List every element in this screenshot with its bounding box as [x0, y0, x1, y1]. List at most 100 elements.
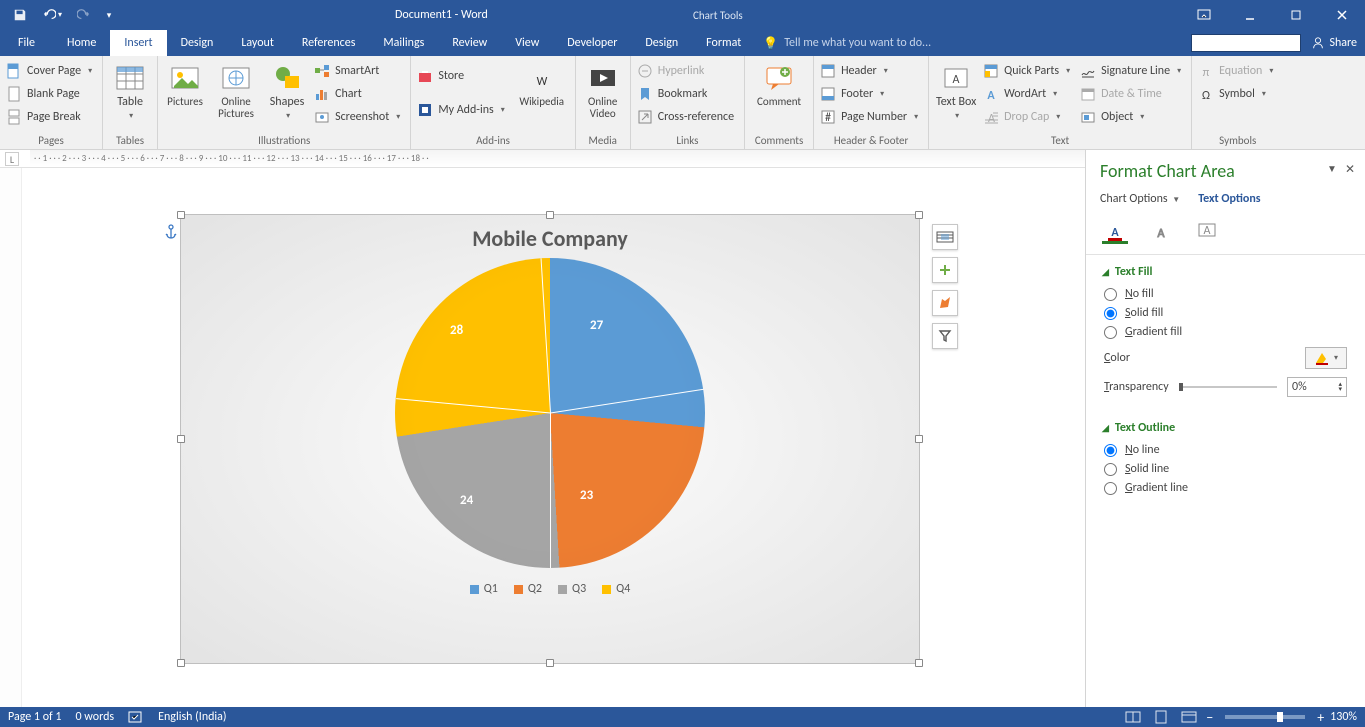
spellcheck-icon[interactable]: [128, 710, 144, 724]
qat-customize[interactable]: ▾: [102, 1, 116, 29]
screenshot-button[interactable]: Screenshot▾: [312, 106, 406, 128]
ruler-corner[interactable]: L: [5, 152, 19, 166]
minimize-button[interactable]: [1227, 0, 1273, 30]
transparency-spinner[interactable]: 0%▴▾: [1287, 377, 1347, 397]
pictures-button[interactable]: Pictures: [162, 60, 208, 108]
chart-styles-button[interactable]: [932, 290, 958, 316]
wikipedia-button[interactable]: WWikipedia: [513, 60, 571, 108]
symbol-button[interactable]: ΩSymbol▾: [1196, 83, 1279, 105]
resize-handle-ne[interactable]: [915, 211, 923, 219]
signature-line-button[interactable]: Signature Line▾: [1078, 60, 1187, 82]
text-outline-section-header[interactable]: ◢Text Outline: [1102, 421, 1349, 435]
tab-developer[interactable]: Developer: [553, 30, 631, 56]
resize-handle-nw[interactable]: [177, 211, 185, 219]
tab-chart-format[interactable]: Format: [692, 30, 755, 56]
chart-object[interactable]: Mobile Company 27 23 24 28 Q1 Q2 Q3 Q4: [180, 214, 920, 664]
cross-reference-button[interactable]: Cross-reference: [635, 106, 740, 128]
comment-button[interactable]: Comment: [749, 60, 809, 108]
page-count[interactable]: Page 1 of 1: [8, 710, 62, 724]
ribbon-options-button[interactable]: [1181, 0, 1227, 30]
gradient-fill-radio[interactable]: Gradient fill: [1104, 325, 1347, 339]
vertical-ruler[interactable]: [0, 168, 22, 707]
tab-home[interactable]: Home: [53, 30, 110, 56]
blank-page-button[interactable]: Blank Page: [4, 83, 98, 105]
redo-button[interactable]: [70, 1, 98, 29]
tab-design[interactable]: Design: [167, 30, 228, 56]
resize-handle-se[interactable]: [915, 659, 923, 667]
chart-button[interactable]: Chart: [312, 83, 406, 105]
header-button[interactable]: Header▾: [818, 60, 924, 82]
equation-button[interactable]: πEquation▾: [1196, 60, 1279, 82]
anchor-icon[interactable]: [163, 224, 179, 240]
chart-title[interactable]: Mobile Company: [181, 215, 919, 258]
my-addins-button[interactable]: My Add-ins▾: [415, 99, 510, 121]
pane-close-button[interactable]: ✕: [1345, 162, 1355, 177]
drop-cap-button[interactable]: ADrop Cap▾: [981, 106, 1076, 128]
text-fill-outline-tab[interactable]: A: [1102, 218, 1128, 244]
share-button[interactable]: Share: [1311, 36, 1357, 50]
bookmark-button[interactable]: Bookmark: [635, 83, 740, 105]
zoom-level[interactable]: 130%: [1330, 710, 1357, 724]
transparency-slider[interactable]: [1179, 381, 1277, 393]
close-button[interactable]: [1319, 0, 1365, 30]
undo-button[interactable]: ▾: [38, 1, 66, 29]
online-video-button[interactable]: Online Video: [580, 60, 626, 120]
tab-chart-design[interactable]: Design: [631, 30, 692, 56]
tab-insert[interactable]: Insert: [110, 30, 166, 56]
quick-parts-button[interactable]: Quick Parts▾: [981, 60, 1076, 82]
search-box[interactable]: [1191, 34, 1301, 52]
chart-elements-button[interactable]: [932, 257, 958, 283]
chart-legend[interactable]: Q1 Q2 Q3 Q4: [470, 582, 631, 596]
tab-view[interactable]: View: [501, 30, 553, 56]
language-status[interactable]: English (India): [158, 710, 226, 724]
pane-options-button[interactable]: ▼: [1327, 162, 1337, 177]
resize-handle-sw[interactable]: [177, 659, 185, 667]
text-fill-section-header[interactable]: ◢Text Fill: [1102, 265, 1349, 279]
tab-file[interactable]: File: [0, 30, 53, 56]
tab-mailings[interactable]: Mailings: [369, 30, 438, 56]
store-button[interactable]: Store: [415, 65, 510, 87]
text-options-tab[interactable]: Text Options: [1198, 192, 1260, 206]
gradient-line-radio[interactable]: Gradient line: [1104, 481, 1347, 495]
cover-page-button[interactable]: Cover Page▾: [4, 60, 98, 82]
solid-fill-radio[interactable]: Solid fill: [1104, 306, 1347, 320]
object-button[interactable]: Object▾: [1078, 106, 1187, 128]
page-break-button[interactable]: Page Break: [4, 106, 98, 128]
color-picker-button[interactable]: ▾: [1305, 347, 1347, 369]
pie-chart[interactable]: 27 23 24 28: [395, 258, 705, 568]
resize-handle-n[interactable]: [546, 211, 554, 219]
no-line-radio[interactable]: No line: [1104, 443, 1347, 457]
read-mode-button[interactable]: [1122, 708, 1144, 726]
web-layout-button[interactable]: [1178, 708, 1200, 726]
solid-line-radio[interactable]: Solid line: [1104, 462, 1347, 476]
layout-options-button[interactable]: [932, 224, 958, 250]
page-number-button[interactable]: #Page Number▾: [818, 106, 924, 128]
maximize-button[interactable]: [1273, 0, 1319, 30]
print-layout-button[interactable]: [1150, 708, 1172, 726]
tab-references[interactable]: References: [288, 30, 370, 56]
chart-filters-button[interactable]: [932, 323, 958, 349]
text-box-button[interactable]: AText Box▾: [933, 60, 979, 121]
online-pictures-button[interactable]: Online Pictures: [210, 60, 262, 120]
resize-handle-e[interactable]: [915, 435, 923, 443]
footer-button[interactable]: Footer▾: [818, 83, 924, 105]
table-button[interactable]: Table▾: [107, 60, 153, 121]
tell-me-search[interactable]: 💡Tell me what you want to do...: [763, 30, 931, 56]
chart-options-tab[interactable]: Chart Options ▼: [1100, 192, 1180, 206]
date-time-button[interactable]: Date & Time: [1078, 83, 1187, 105]
word-count[interactable]: 0 words: [76, 710, 115, 724]
zoom-slider[interactable]: [1225, 715, 1305, 719]
tab-review[interactable]: Review: [438, 30, 501, 56]
no-fill-radio[interactable]: No fill: [1104, 287, 1347, 301]
textbox-tab[interactable]: A: [1194, 218, 1220, 244]
resize-handle-s[interactable]: [546, 659, 554, 667]
resize-handle-w[interactable]: [177, 435, 185, 443]
hyperlink-button[interactable]: Hyperlink: [635, 60, 740, 82]
smartart-button[interactable]: SmartArt: [312, 60, 406, 82]
save-button[interactable]: [6, 1, 34, 29]
text-effects-tab[interactable]: A: [1148, 218, 1174, 244]
tab-layout[interactable]: Layout: [227, 30, 288, 56]
shapes-button[interactable]: Shapes▾: [264, 60, 310, 121]
zoom-in-button[interactable]: +: [1317, 709, 1324, 726]
zoom-out-button[interactable]: −: [1206, 709, 1213, 726]
